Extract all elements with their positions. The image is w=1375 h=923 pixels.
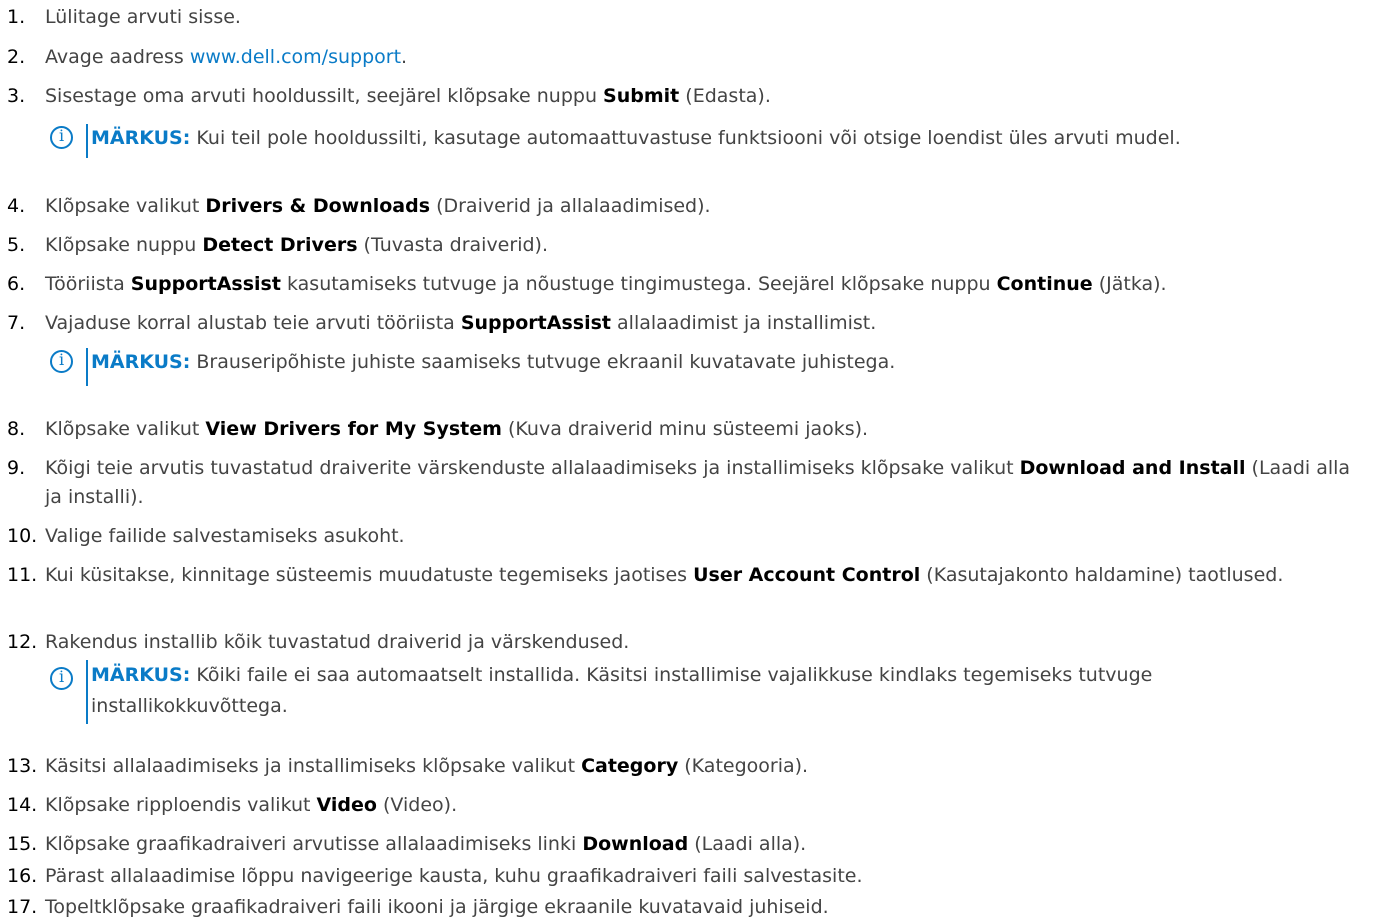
info-circle-icon	[50, 126, 73, 149]
note-text: MÄRKUS: Kõiki faile ei saa automaatselt …	[91, 664, 1153, 717]
step-number: 14.	[7, 794, 38, 816]
note-text: MÄRKUS: Kui teil pole hooldussilti, kasu…	[91, 127, 1181, 149]
step-text: Lülitage arvuti sisse.	[45, 6, 241, 28]
step-number: 4.	[7, 195, 26, 217]
step-text: Klõpsake nuppu Detect Drivers (Tuvasta d…	[45, 234, 548, 256]
step-number: 15.	[7, 833, 38, 855]
note-text: MÄRKUS: Brauseripõhiste juhiste saamisek…	[91, 351, 896, 373]
step-text: Pärast allalaadimise lõppu navigeerige k…	[45, 865, 863, 887]
step-text: Klõpsake valikut View Drivers for My Sys…	[45, 418, 869, 440]
info-circle-icon	[50, 667, 73, 690]
step-number: 2.	[7, 46, 26, 68]
step-text: Klõpsake ripploendis valikut Video (Vide…	[45, 794, 458, 816]
note-divider	[86, 124, 88, 158]
step-number: 1.	[7, 6, 26, 28]
note-divider	[86, 348, 88, 386]
step-number: 3.	[7, 85, 26, 107]
note-3: MÄRKUS: Kõiki faile ei saa automaatselt …	[50, 660, 1360, 724]
step-number: 6.	[7, 273, 26, 295]
step-text: Käsitsi allalaadimiseks ja installimisek…	[45, 755, 809, 777]
step-number: 12.	[7, 631, 38, 653]
dell-support-link[interactable]: www.dell.com/support	[190, 46, 401, 68]
step-number: 17.	[7, 896, 38, 918]
step-number: 16.	[7, 865, 38, 887]
step-text: Rakendus installib kõik tuvastatud draiv…	[45, 631, 630, 653]
step-text: Vajaduse korral alustab teie arvuti töör…	[45, 312, 877, 334]
step-number: 8.	[7, 418, 26, 440]
step-text: Kõigi teie arvutis tuvastatud draiverite…	[45, 457, 1351, 508]
step-number: 9.	[7, 457, 26, 479]
step-text: Klõpsake graafikadraiveri arvutisse alla…	[45, 833, 807, 855]
step-number: 5.	[7, 234, 26, 256]
info-circle-icon	[50, 350, 73, 373]
step-text: Klõpsake valikut Drivers & Downloads (Dr…	[45, 195, 711, 217]
step-number: 10.	[7, 525, 38, 547]
note-2: MÄRKUS: Brauseripõhiste juhiste saamisek…	[50, 348, 1360, 386]
step-number: 13.	[7, 755, 38, 777]
step-text: Kui küsitakse, kinnitage süsteemis muuda…	[45, 564, 1284, 586]
step-text: Topeltklõpsake graafikadraiveri faili ik…	[45, 896, 829, 918]
note-divider	[86, 660, 88, 724]
step-text: Sisestage oma arvuti hooldussilt, seejär…	[45, 85, 771, 107]
step-number: 7.	[7, 312, 26, 334]
note-1: MÄRKUS: Kui teil pole hooldussilti, kasu…	[50, 124, 1360, 158]
step-text: Tööriista SupportAssist kasutamiseks tut…	[45, 273, 1167, 295]
step-text: Valige failide salvestamiseks asukoht.	[45, 525, 405, 547]
step-text: Avage aadress www.dell.com/support.	[45, 46, 408, 68]
step-number: 11.	[7, 564, 38, 586]
